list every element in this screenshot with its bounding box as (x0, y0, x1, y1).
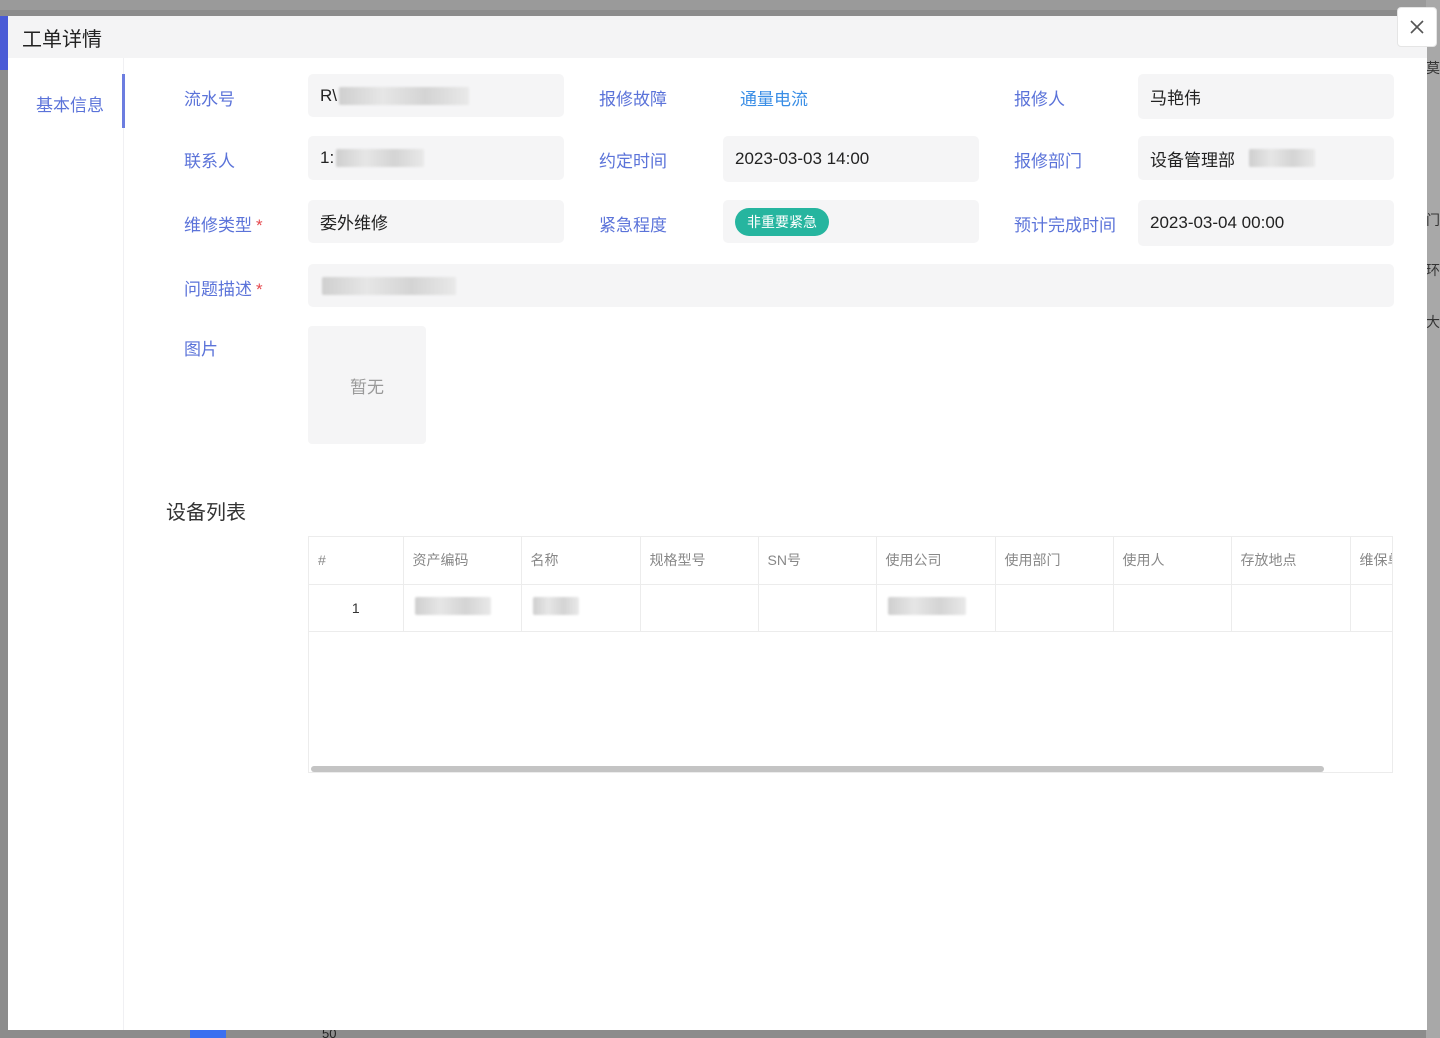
column-header: SN号 (758, 537, 877, 585)
required-mark: * (256, 280, 263, 299)
column-header: 名称 (521, 537, 641, 585)
column-header: 维保单位 (1350, 537, 1392, 585)
images-label: 图片 (184, 340, 218, 359)
redacted-block (1249, 149, 1315, 167)
device-list-title: 设备列表 (166, 502, 246, 524)
reporter-field: 马艳伟 (1138, 74, 1394, 119)
repair-type-label: 维修类型 * (184, 211, 263, 236)
asset-code-cell (403, 584, 522, 632)
company-cell (876, 584, 996, 632)
appointment-time-label: 约定时间 (599, 152, 667, 171)
sn-cell (758, 584, 877, 632)
background-nav-accent (0, 16, 8, 70)
redacted-block (414, 597, 491, 615)
close-icon (1410, 20, 1424, 34)
side-nav: 基本信息 (8, 58, 125, 1030)
repair-type-field: 委外维修 (308, 200, 564, 243)
images-placeholder: 暂无 (308, 326, 426, 444)
serial-no-value: R\ (320, 85, 337, 105)
table-header-row: # 资产编码 名称 规格型号 SN号 使用公司 使用部门 使用人 存放地点 维保… (309, 537, 1392, 585)
contact-value: 1: (320, 148, 335, 167)
column-header: 存放地点 (1231, 537, 1351, 585)
table-row[interactable]: 1 (309, 584, 1392, 632)
column-header: 使用部门 (995, 537, 1114, 585)
reporter-value: 马艳伟 (1150, 89, 1201, 108)
department-value: 设备管理部 (1150, 150, 1235, 170)
maintainer-cell (1350, 584, 1392, 632)
reporter-label: 报修人 (1014, 90, 1065, 109)
required-mark: * (256, 216, 263, 235)
row-index: 1 (309, 584, 404, 632)
background-text: 莫 (1426, 60, 1440, 76)
column-header: # (309, 537, 404, 585)
repair-type-label-text: 维修类型 (184, 216, 252, 235)
redacted-block (887, 597, 966, 615)
contact-label: 联系人 (184, 152, 235, 171)
description-label-text: 问题描述 (184, 280, 252, 299)
scrollbar-thumb[interactable] (311, 766, 1324, 772)
redacted-block (339, 86, 469, 105)
column-header: 使用人 (1113, 537, 1232, 585)
device-table: # 资产编码 名称 规格型号 SN号 使用公司 使用部门 使用人 存放地点 维保… (308, 536, 1393, 773)
department-label: 报修部门 (1014, 152, 1082, 171)
column-header: 使用公司 (876, 537, 996, 585)
serial-no-label: 流水号 (184, 90, 235, 109)
background-pagination: 50 (90, 1026, 410, 1038)
redacted-block (322, 276, 456, 295)
spec-cell (640, 584, 759, 632)
column-header: 规格型号 (640, 537, 759, 585)
table-horizontal-scrollbar[interactable] (309, 765, 1392, 772)
fault-label: 报修故障 (599, 90, 667, 109)
close-button[interactable] (1397, 7, 1437, 47)
modal-header: 工单详情 (8, 16, 1427, 58)
background-page-active (190, 1030, 226, 1038)
urgency-label: 紧急程度 (599, 216, 667, 235)
description-label: 问题描述 * (184, 275, 263, 300)
images-empty-text: 暂无 (350, 377, 384, 397)
contact-field: 1: (308, 136, 564, 180)
dept-cell (995, 584, 1114, 632)
background-text: 大 (1426, 314, 1440, 330)
fault-link[interactable]: 通量电流 (740, 85, 808, 110)
urgency-field: 非重要紧急 (723, 200, 979, 243)
side-nav-active-indicator (122, 74, 125, 128)
expected-finish-value: 2023-03-04 00:00 (1150, 213, 1285, 232)
column-header: 资产编码 (403, 537, 522, 585)
repair-type-value: 委外维修 (320, 214, 388, 233)
background-top-strip (0, 0, 1440, 10)
department-field: 设备管理部 (1138, 136, 1394, 180)
user-cell (1113, 584, 1232, 632)
name-cell (521, 584, 641, 632)
appointment-time-field: 2023-03-03 14:00 (723, 136, 979, 182)
expected-finish-field: 2023-03-04 00:00 (1138, 200, 1394, 246)
description-field (308, 264, 1394, 307)
expected-finish-label: 预计完成时间 (1014, 216, 1116, 235)
urgency-tag: 非重要紧急 (735, 207, 829, 236)
modal-title: 工单详情 (22, 28, 102, 51)
background-text: 门 (1426, 212, 1440, 228)
appointment-time-value: 2023-03-03 14:00 (735, 149, 870, 168)
serial-no-field: R\ (308, 74, 564, 117)
background-right-edge: 莫 门 环 大 (1426, 0, 1440, 1038)
work-order-modal: 工单详情 基本信息 流水号 R\ 报修故障 通量电流 报修人 马艳伟 联系人 1… (8, 16, 1427, 1030)
background-text: 环 (1426, 262, 1440, 278)
location-cell (1231, 584, 1351, 632)
side-nav-item-basic-info[interactable]: 基本信息 (36, 76, 124, 130)
redacted-block (532, 597, 579, 615)
redacted-block (336, 149, 425, 167)
